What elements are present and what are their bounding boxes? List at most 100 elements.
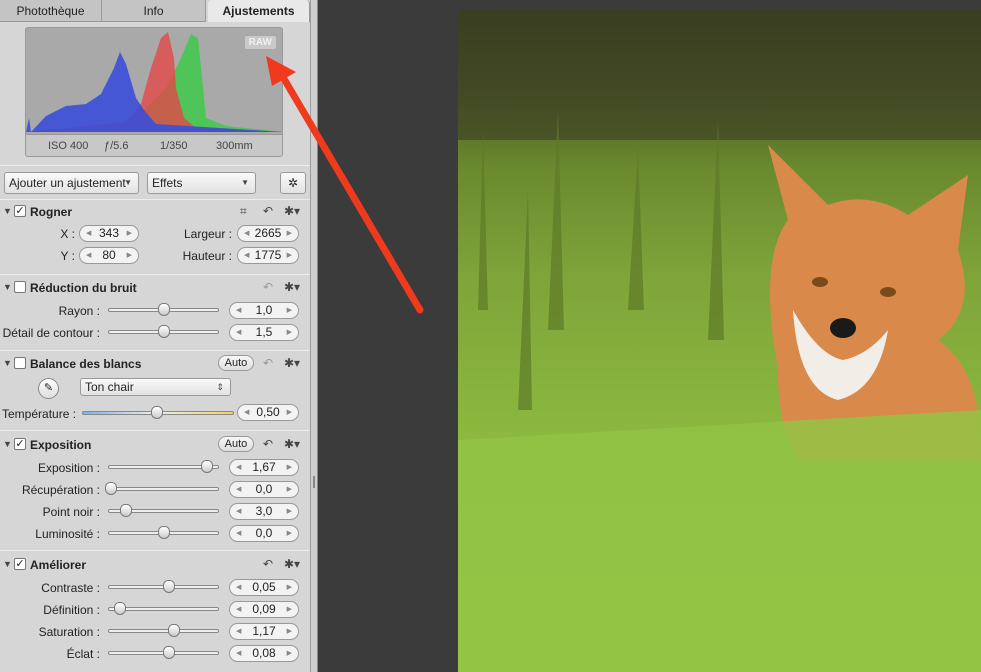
slider-thumb[interactable] bbox=[162, 580, 175, 593]
temperature-slider[interactable] bbox=[82, 406, 234, 419]
disclosure-triangle-icon[interactable]: ▼ bbox=[3, 282, 12, 292]
focal-length: 300mm bbox=[216, 140, 253, 152]
eyedropper-button[interactable]: ✎ bbox=[38, 378, 59, 399]
gear-icon[interactable]: ✱▾ bbox=[284, 437, 300, 451]
luminosite-slider[interactable] bbox=[108, 526, 219, 539]
temperature-field[interactable]: ◀ 0,50 ▶ bbox=[237, 404, 299, 421]
tab-adjustments[interactable]: Ajustements bbox=[208, 0, 310, 22]
definition-field[interactable]: ◀ 0,09 ▶ bbox=[229, 601, 299, 618]
exposure-checkbox[interactable]: ✓ bbox=[14, 438, 26, 450]
undo-icon[interactable]: ↶ bbox=[263, 437, 273, 451]
width-field[interactable]: ◀ 2665 ▶ bbox=[237, 225, 299, 242]
enhance-section-header: ▼ ✓ Améliorer ↶ ✱▾ bbox=[0, 555, 310, 575]
contraste-value: 0,05 bbox=[252, 580, 276, 594]
noise-title: Réduction du bruit bbox=[30, 281, 137, 295]
saturation-slider[interactable] bbox=[108, 624, 219, 637]
magic-wand-button[interactable]: ✲ bbox=[280, 172, 306, 194]
point-noir-field[interactable]: ◀ 3,0 ▶ bbox=[229, 503, 299, 520]
slider-thumb[interactable] bbox=[157, 526, 170, 539]
raw-badge: RAW bbox=[244, 36, 276, 49]
recuperation-label: Récupération : bbox=[21, 483, 100, 497]
disclosure-triangle-icon[interactable]: ▼ bbox=[3, 559, 12, 569]
point-noir-label: Point noir : bbox=[42, 505, 100, 519]
undo-icon[interactable]: ↶ bbox=[263, 356, 273, 370]
contraste-slider[interactable] bbox=[108, 580, 219, 593]
undo-icon[interactable]: ↶ bbox=[263, 557, 273, 571]
slider-thumb[interactable] bbox=[120, 504, 133, 517]
tab-library[interactable]: Photothèque bbox=[0, 0, 102, 22]
saturation-value: 1,17 bbox=[252, 624, 276, 638]
eclat-slider[interactable] bbox=[108, 646, 219, 659]
fox-image bbox=[458, 10, 981, 672]
undo-icon[interactable]: ↶ bbox=[263, 204, 273, 218]
iso: ISO 400 bbox=[48, 140, 89, 152]
detail-de-contour-slider[interactable] bbox=[108, 325, 219, 338]
exposure-auto-button[interactable]: Auto bbox=[218, 436, 254, 452]
adjustments-inspector: Photothèque Info Ajustements RAW ISO 400… bbox=[0, 0, 311, 672]
saturation-field[interactable]: ◀ 1,17 ▶ bbox=[229, 623, 299, 640]
height-field[interactable]: ◀ 1775 ▶ bbox=[237, 247, 299, 264]
slider-thumb[interactable] bbox=[201, 460, 214, 473]
slider-thumb[interactable] bbox=[168, 624, 181, 637]
x-label: X : bbox=[60, 227, 75, 241]
luminosite-field[interactable]: ◀ 0,0 ▶ bbox=[229, 525, 299, 542]
panel-splitter[interactable] bbox=[311, 0, 318, 672]
fox-photo[interactable] bbox=[458, 10, 981, 672]
contraste-field[interactable]: ◀ 0,05 ▶ bbox=[229, 579, 299, 596]
slider-thumb[interactable] bbox=[105, 482, 118, 495]
enhance-checkbox[interactable]: ✓ bbox=[14, 558, 26, 570]
detail-de-contour-field[interactable]: ◀ 1,5 ▶ bbox=[229, 324, 299, 341]
y-field[interactable]: ◀ 80 ▶ bbox=[79, 247, 139, 264]
exposition-field[interactable]: ◀ 1,67 ▶ bbox=[229, 459, 299, 476]
splitter-grip[interactable] bbox=[313, 476, 315, 488]
disclosure-triangle-icon[interactable]: ▼ bbox=[3, 358, 12, 368]
width-label: Largeur : bbox=[183, 227, 232, 241]
undo-icon[interactable]: ↶ bbox=[263, 280, 273, 294]
noise-section-header: ▼ Réduction du bruit ↶ ✱▾ bbox=[0, 278, 310, 298]
slider-thumb[interactable] bbox=[150, 406, 163, 419]
exposition-label: Exposition : bbox=[37, 461, 100, 475]
definition-value: 0,09 bbox=[252, 602, 276, 616]
chevron-down-icon: ▼ bbox=[124, 178, 132, 187]
detail-de-contour-value: 1,5 bbox=[255, 325, 273, 339]
eclat-label: Éclat : bbox=[66, 647, 100, 661]
histogram: RAW ISO 400 ƒ/5.6 1/350 300mm bbox=[25, 27, 283, 157]
crop-title: Rogner bbox=[30, 205, 72, 219]
rayon-field[interactable]: ◀ 1,0 ▶ bbox=[229, 302, 299, 319]
aperture: ƒ/5.6 bbox=[104, 140, 129, 152]
gear-icon[interactable]: ✱▾ bbox=[284, 557, 300, 571]
y-label: Y : bbox=[60, 249, 75, 263]
effects-menu[interactable]: Effets ▼ bbox=[147, 172, 256, 194]
exposition-value: 1,67 bbox=[252, 460, 276, 474]
slider-thumb[interactable] bbox=[157, 303, 170, 316]
disclosure-triangle-icon[interactable]: ▼ bbox=[3, 439, 12, 449]
gear-icon[interactable]: ✱▾ bbox=[284, 204, 300, 218]
tab-info[interactable]: Info bbox=[102, 0, 206, 22]
crop-checkbox[interactable]: ✓ bbox=[14, 205, 26, 217]
eclat-field[interactable]: ◀ 0,08 ▶ bbox=[229, 645, 299, 662]
recuperation-field[interactable]: ◀ 0,0 ▶ bbox=[229, 481, 299, 498]
exposition-slider[interactable] bbox=[108, 460, 219, 473]
disclosure-triangle-icon[interactable]: ▼ bbox=[3, 206, 12, 216]
white-balance-preset-select[interactable]: Ton chair ⇕ bbox=[80, 378, 231, 396]
slider-thumb[interactable] bbox=[157, 325, 170, 338]
crop-icon[interactable]: ⌗ bbox=[240, 204, 247, 219]
gear-icon[interactable]: ✱▾ bbox=[284, 280, 300, 294]
add-adjustment-menu[interactable]: Ajouter un ajustement ▼ bbox=[4, 172, 139, 194]
shutter: 1/350 bbox=[160, 140, 188, 152]
updown-icon: ⇕ bbox=[216, 382, 224, 392]
white-balance-checkbox[interactable] bbox=[14, 357, 26, 369]
gear-icon[interactable]: ✱▾ bbox=[284, 356, 300, 370]
point-noir-slider[interactable] bbox=[108, 504, 219, 517]
luminosite-label: Luminosité : bbox=[35, 527, 100, 541]
recuperation-slider[interactable] bbox=[105, 482, 219, 495]
saturation-label: Saturation : bbox=[38, 625, 100, 639]
white-balance-auto-button[interactable]: Auto bbox=[218, 355, 254, 371]
rayon-label: Rayon : bbox=[58, 304, 100, 318]
definition-slider[interactable] bbox=[108, 602, 219, 615]
noise-checkbox[interactable] bbox=[14, 281, 26, 293]
slider-thumb[interactable] bbox=[113, 602, 126, 615]
rayon-slider[interactable] bbox=[108, 303, 219, 316]
slider-thumb[interactable] bbox=[162, 646, 175, 659]
x-field[interactable]: ◀ 343 ▶ bbox=[79, 225, 139, 242]
